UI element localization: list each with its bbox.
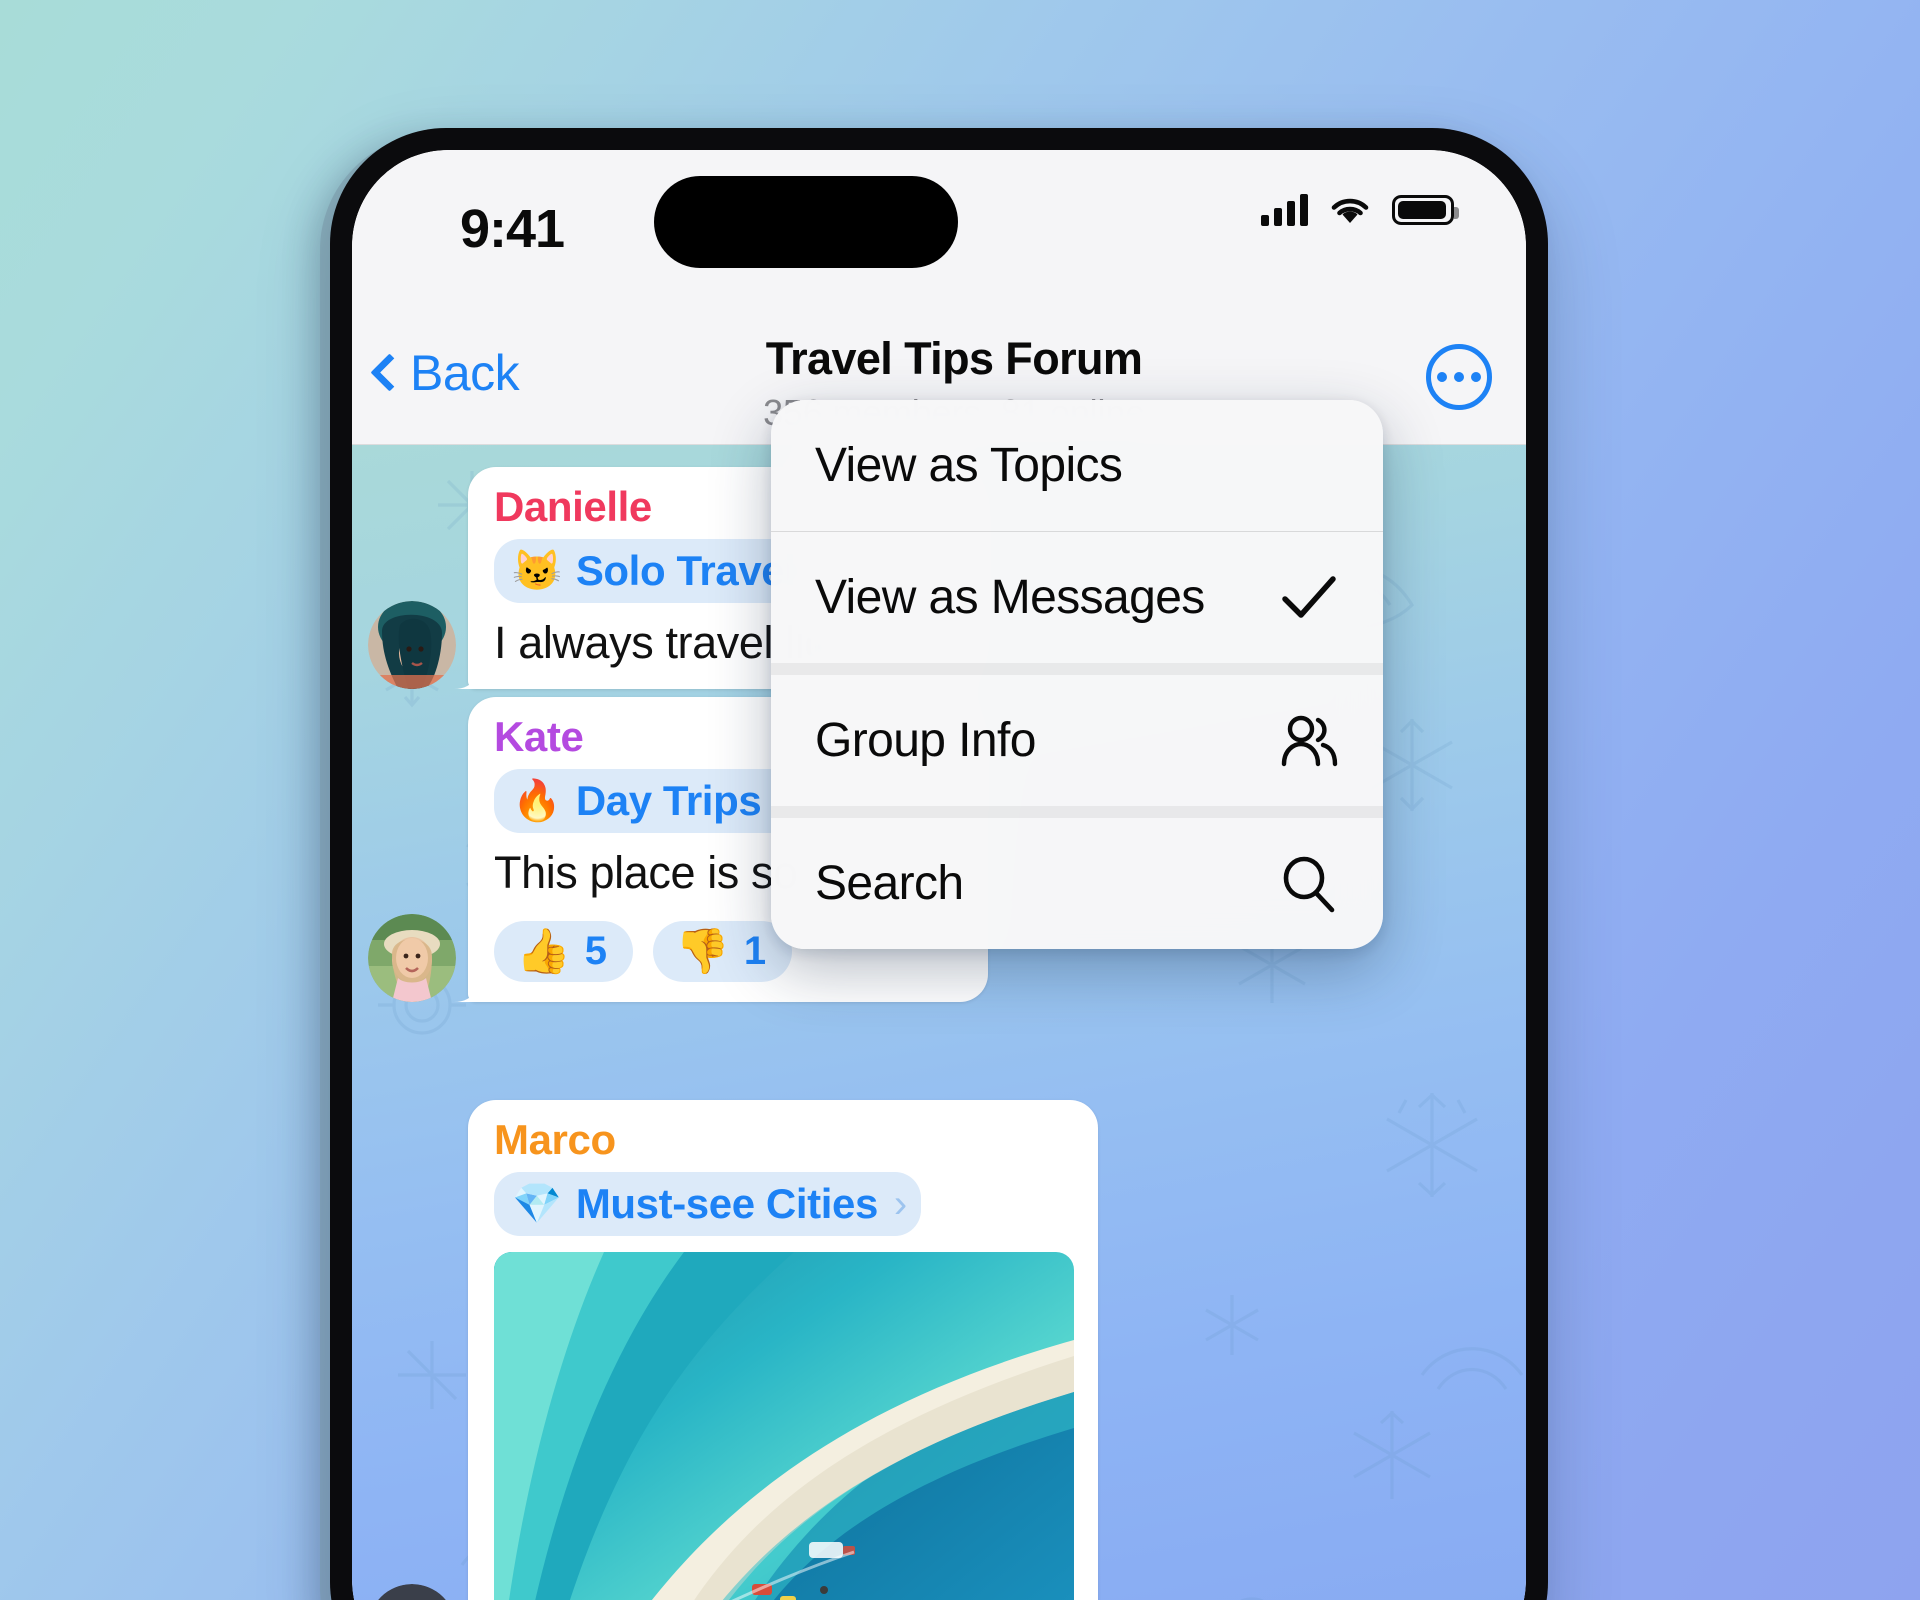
topic-emoji-icon: 💎	[512, 1182, 562, 1226]
reaction-count: 1	[743, 929, 767, 973]
thumbs-down-icon: 👎	[675, 926, 730, 976]
bubble-tail	[454, 663, 476, 689]
message-row[interactable]: Marco 💎 Must-see Cities ›	[368, 1100, 1098, 1600]
context-menu[interactable]: View as Topics View as Messages Group In…	[771, 400, 1383, 949]
menu-item-label: Search	[815, 857, 964, 910]
more-options-circle-icon[interactable]	[1426, 344, 1492, 410]
bubble-tail	[454, 976, 476, 1002]
avatar[interactable]	[368, 1584, 456, 1600]
beach-aerial-photo[interactable]	[494, 1252, 1074, 1600]
message-sender: Marco	[494, 1116, 616, 1163]
cellular-bars-icon	[1261, 194, 1308, 226]
reaction-count: 5	[584, 929, 608, 973]
chevron-right-icon: ›	[893, 1181, 908, 1226]
status-bar-clock: 9:41	[460, 199, 565, 259]
topic-name: Solo Travel	[575, 547, 796, 594]
wifi-icon	[1331, 198, 1369, 223]
topic-emoji-icon: 😼	[512, 549, 562, 593]
battery-icon	[1392, 195, 1459, 225]
magnifier-icon	[1283, 856, 1335, 912]
menu-item-label: Group Info	[815, 714, 1036, 767]
menu-item-view-as-topics[interactable]: View as Topics	[771, 400, 1383, 531]
message-bubble[interactable]: Marco 💎 Must-see Cities ›	[468, 1100, 1098, 1600]
topic-chip[interactable]: 🔥 Day Trips ›	[494, 769, 805, 833]
menu-group-divider	[771, 663, 1383, 675]
menu-item-label: View as Topics	[815, 439, 1123, 492]
menu-item-search[interactable]: Search	[771, 818, 1383, 949]
menu-item-label: View as Messages	[815, 571, 1205, 624]
menu-group-divider	[771, 806, 1383, 818]
status-bar-indicators	[1261, 194, 1459, 226]
status-bar: 9:41	[352, 150, 1526, 320]
thumbs-up-reaction[interactable]: 👍 5	[494, 921, 634, 982]
checkmark-icon	[1282, 575, 1336, 618]
screenshot-stage: 9:41 Back Travel Tips Forum Danielle 😼 S…	[0, 0, 1920, 1600]
thumbs-up-icon: 👍	[516, 926, 571, 976]
menu-item-view-as-messages[interactable]: View as Messages	[771, 532, 1383, 663]
dynamic-island	[654, 176, 958, 268]
page-title: Travel Tips Forum	[765, 333, 1143, 384]
topic-name: Day Trips	[575, 777, 762, 824]
avatar[interactable]	[368, 914, 456, 1002]
topic-emoji-icon: 🔥	[512, 779, 562, 823]
topic-name: Must-see Cities	[575, 1180, 878, 1227]
thumbs-down-reaction[interactable]: 👎 1	[653, 921, 793, 982]
people-group-icon	[1281, 715, 1338, 766]
menu-item-group-info[interactable]: Group Info	[771, 675, 1383, 806]
avatar[interactable]	[368, 601, 456, 689]
topic-chip[interactable]: 💎 Must-see Cities ›	[494, 1172, 922, 1236]
